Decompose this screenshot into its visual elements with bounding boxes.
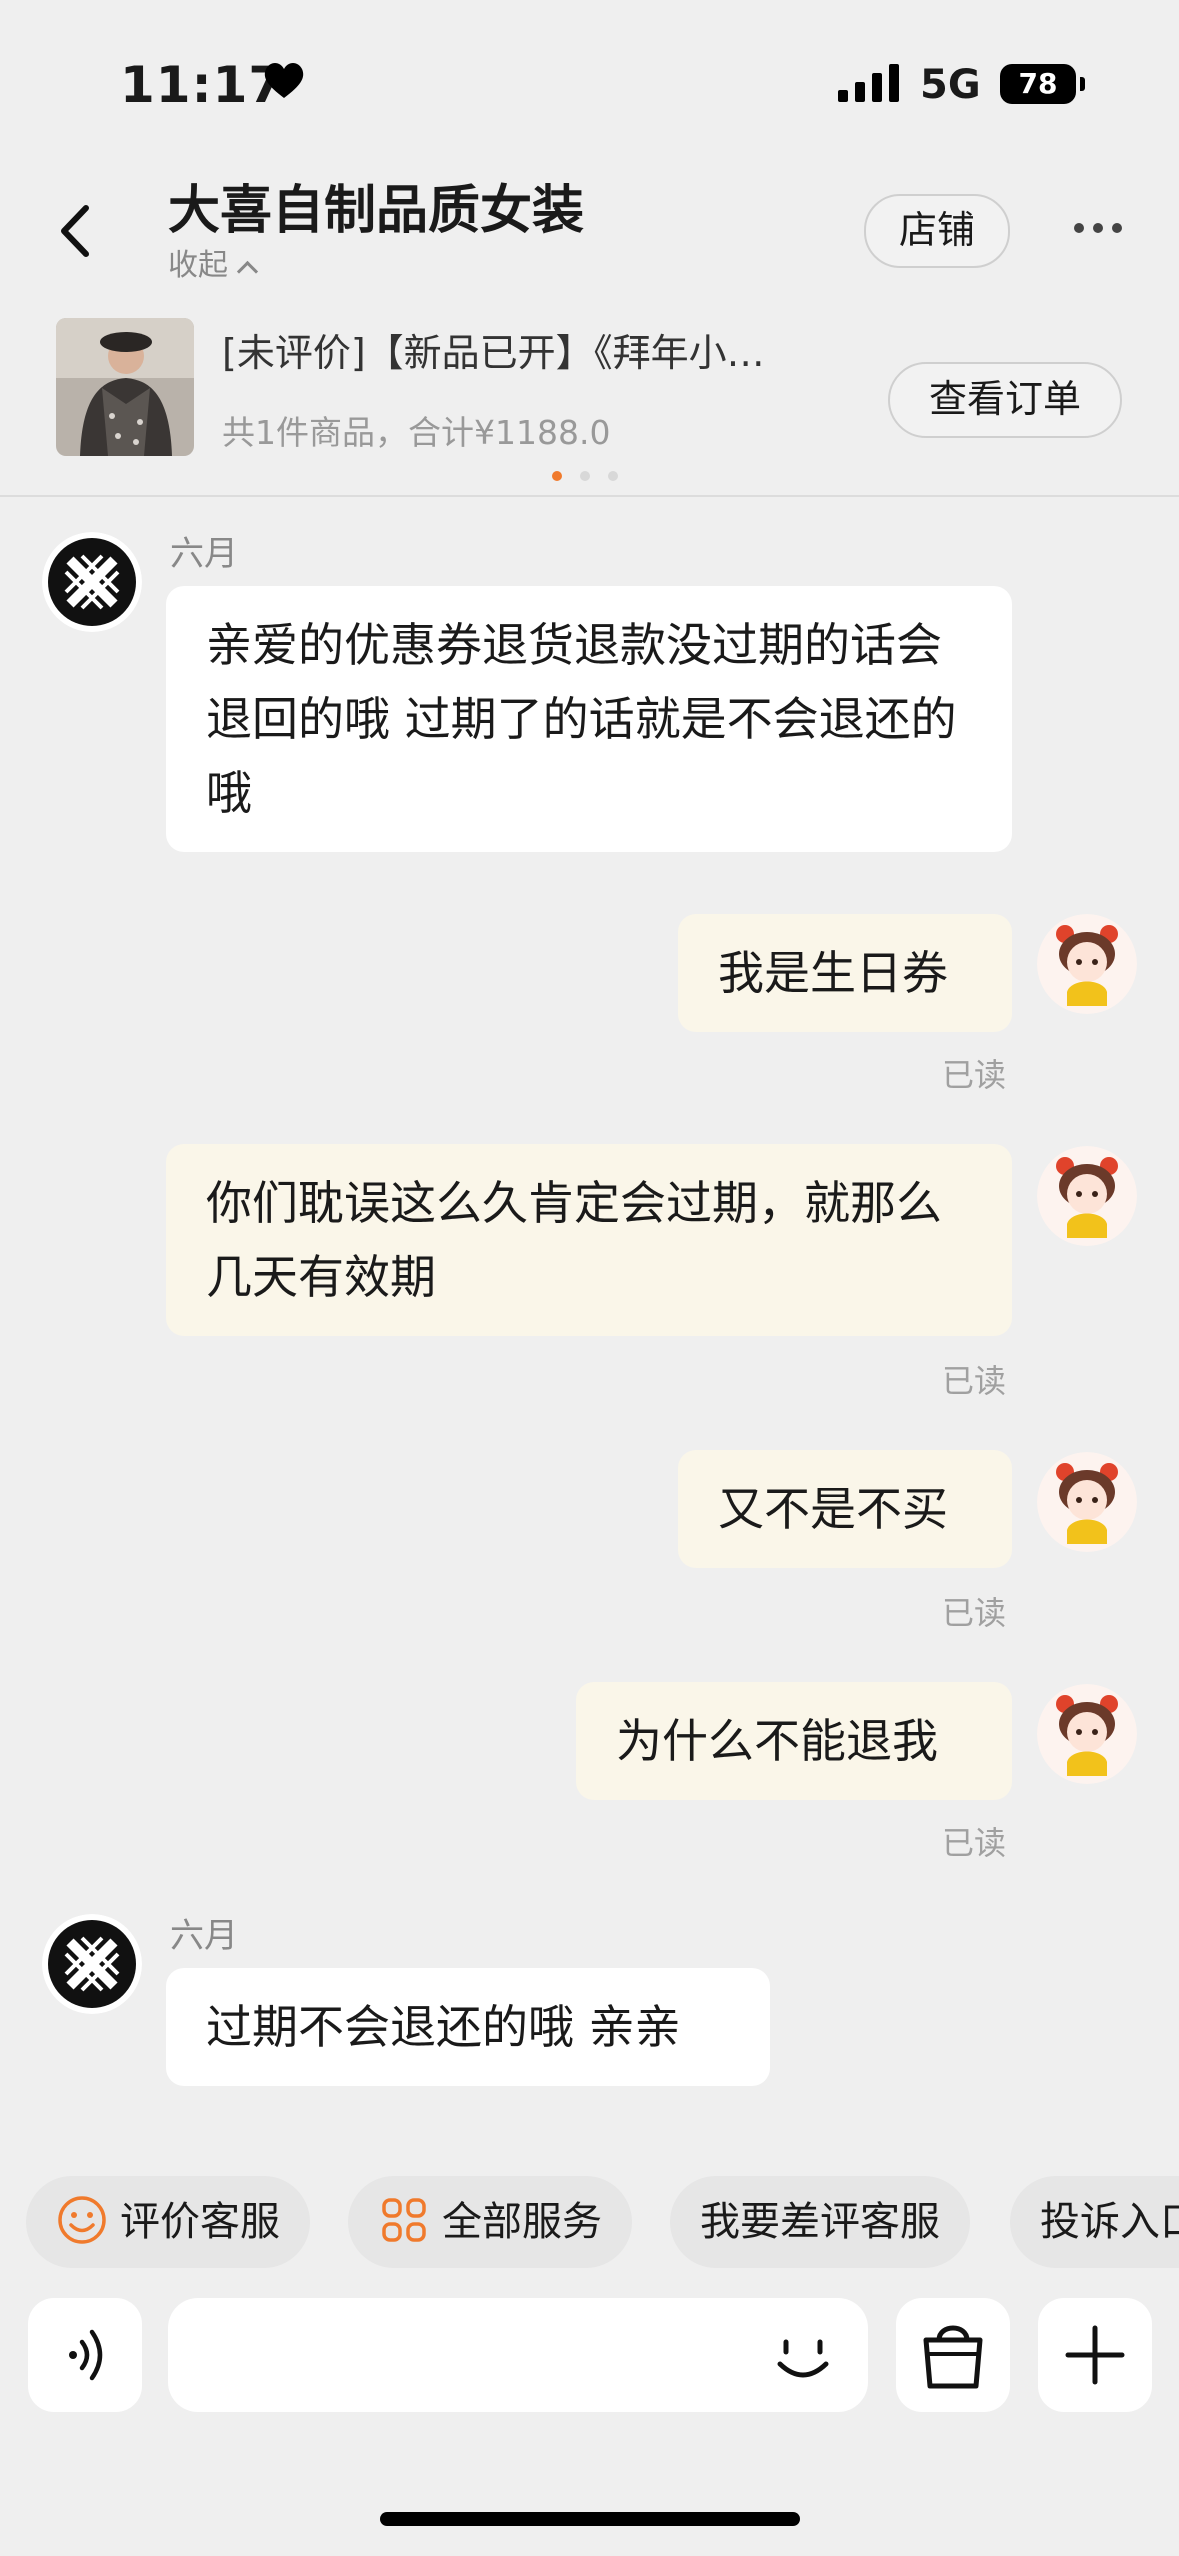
shop-avatar[interactable]: [42, 532, 142, 632]
back-icon[interactable]: [46, 196, 106, 266]
carousel-dot: [608, 471, 618, 481]
all-services-chip[interactable]: 全部服务: [348, 2176, 632, 2268]
order-bag-button[interactable]: [896, 2298, 1010, 2412]
user-avatar[interactable]: [1037, 1452, 1137, 1552]
voice-button[interactable]: [28, 2298, 142, 2412]
carousel-dot: [580, 471, 590, 481]
order-summary: 共1件商品，合计¥1188.0: [222, 413, 611, 452]
message-bubble-incoming[interactable]: 过期不会退还的哦 亲亲: [166, 1968, 770, 2086]
status-bar: 11:17 5G 78: [0, 0, 1179, 150]
rate-service-chip[interactable]: 评价客服: [26, 2176, 310, 2268]
plus-icon: [1065, 2325, 1125, 2385]
more-dot-icon: [1093, 223, 1103, 233]
shop-title[interactable]: 大喜自制品质女装: [168, 168, 584, 243]
message-input[interactable]: [168, 2298, 868, 2412]
complaint-chip[interactable]: 投诉入口: [1010, 2176, 1179, 2268]
collapse-toggle[interactable]: 收起: [168, 240, 259, 284]
shopping-bag-icon: [923, 2325, 983, 2389]
sender-name: 六月: [170, 1916, 238, 1956]
message-bubble-outgoing[interactable]: 你们耽误这么久肯定会过期，就那么几天有效期: [166, 1144, 1012, 1336]
read-receipt: 已读: [942, 1362, 1007, 1400]
chip-label: 投诉入口: [1040, 2199, 1179, 2245]
more-dot-icon: [1074, 223, 1084, 233]
emoji-icon[interactable]: [768, 2320, 838, 2390]
store-button[interactable]: 店铺: [864, 194, 1010, 268]
carousel-dot: [552, 471, 562, 481]
view-order-button[interactable]: 查看订单: [888, 362, 1122, 438]
more-options-button[interactable]: [1074, 218, 1131, 237]
status-time: 11:17: [120, 56, 285, 114]
collapse-label: 收起: [168, 248, 228, 283]
heart-icon: [264, 63, 304, 98]
battery-tip: [1080, 77, 1085, 91]
user-avatar[interactable]: [1037, 1146, 1137, 1246]
user-avatar[interactable]: [1037, 914, 1137, 1014]
read-receipt: 已读: [942, 1824, 1007, 1862]
message-bubble-outgoing[interactable]: 又不是不买: [678, 1450, 1012, 1568]
battery-indicator: 78: [1000, 64, 1076, 104]
home-indicator[interactable]: [380, 2512, 800, 2526]
read-receipt: 已读: [942, 1594, 1007, 1632]
network-type: 5G: [920, 62, 981, 108]
more-dot-icon: [1112, 223, 1122, 233]
quick-actions-bar: 评价客服 全部服务 我要差评客服 投诉入口: [0, 2176, 1179, 2272]
read-receipt: 已读: [942, 1056, 1007, 1094]
header-divider: [0, 495, 1179, 497]
chip-label: 我要差评客服: [700, 2199, 940, 2245]
chevron-up-icon: [236, 260, 259, 283]
voice-icon: [69, 2329, 103, 2381]
carousel-dots: [552, 466, 636, 485]
sender-name: 六月: [170, 534, 238, 574]
chip-label: 评价客服: [120, 2199, 280, 2245]
add-button[interactable]: [1038, 2298, 1152, 2412]
message-bubble-outgoing[interactable]: 为什么不能退我: [576, 1682, 1012, 1800]
user-avatar[interactable]: [1037, 1684, 1137, 1784]
signal-icon: [838, 64, 899, 102]
negative-review-chip[interactable]: 我要差评客服: [670, 2176, 970, 2268]
message-bubble-outgoing[interactable]: 我是生日券: [678, 914, 1012, 1032]
chip-label: 全部服务: [442, 2199, 602, 2245]
order-title[interactable]: [未评价]【新品已开】《拜年小…: [222, 322, 852, 377]
message-bubble-incoming[interactable]: 亲爱的优惠券退货退款没过期的话会退回的哦 过期了的话就是不会退还的哦: [166, 586, 1012, 852]
grid-icon: [382, 2198, 426, 2242]
smiley-icon: [58, 2196, 106, 2244]
shop-avatar[interactable]: [42, 1914, 142, 2014]
product-thumbnail[interactable]: [56, 318, 194, 456]
